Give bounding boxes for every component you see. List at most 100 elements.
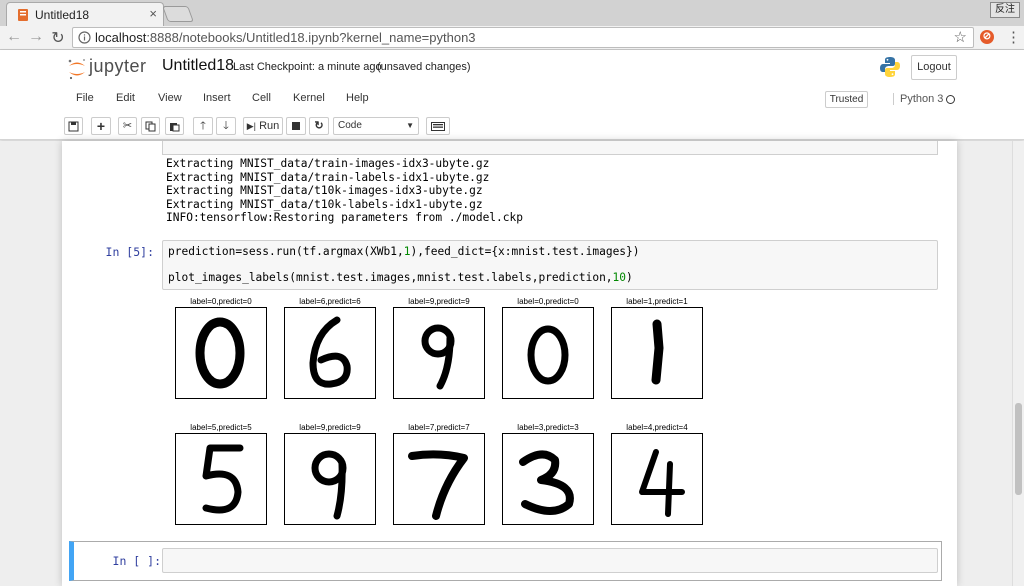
digit-label: label=4,predict=4: [626, 423, 688, 432]
digit-label: label=6,predict=6: [299, 297, 361, 306]
scissors-icon: ✂: [122, 120, 133, 132]
move-down-button[interactable]: 🡓: [216, 117, 236, 135]
output-line: Extracting MNIST_data/train-images-idx3-…: [166, 157, 490, 170]
menu-cell[interactable]: Cell: [252, 92, 271, 104]
save-button[interactable]: [64, 117, 83, 135]
cut-button[interactable]: ✂: [118, 117, 137, 135]
url-path: :8888/notebooks/Untitled18.ipynb?kernel_…: [146, 30, 476, 45]
trusted-badge[interactable]: Trusted: [825, 91, 868, 108]
code-text: plot_images_labels(mnist.test.images,mni…: [168, 271, 613, 284]
run-label: Run: [259, 120, 280, 132]
scrollbar-thumb[interactable]: [1015, 403, 1022, 495]
save-icon: [68, 121, 79, 132]
url-host: localhost: [95, 30, 147, 45]
insert-cell-button[interactable]: +: [91, 117, 111, 135]
digit-image: [611, 433, 703, 525]
kernel-name: Python 3: [893, 93, 943, 105]
digit-label: label=9,predict=9: [299, 423, 361, 432]
jupyter-logo-text[interactable]: jupyter: [89, 56, 147, 77]
mnist-output-figure: label=0,predict=0 label=6,predict=6 labe…: [172, 297, 732, 537]
run-button[interactable]: ▶| Run: [243, 117, 283, 135]
code-text: prediction=sess.run(tf.argmax(XWb1,: [168, 245, 404, 258]
jupyter-favicon-icon: [18, 9, 28, 21]
restart-icon: ↻: [314, 120, 324, 132]
digit-image: [502, 307, 594, 399]
digit-image: [611, 307, 703, 399]
kernel-status-icon: [946, 95, 955, 104]
keyboard-icon: [431, 122, 445, 131]
code-number: 1: [403, 245, 411, 258]
restart-button[interactable]: ↻: [309, 117, 329, 135]
step-forward-icon: ▶|: [246, 121, 256, 131]
tab-title: Untitled18: [35, 8, 90, 22]
menu-file[interactable]: File: [76, 92, 94, 104]
code-number: 10: [612, 271, 627, 284]
code-text: ),feed_dict={x:mnist.test.images}): [410, 245, 640, 258]
system-tray-button[interactable]: 反注: [990, 2, 1020, 18]
digit-label: label=0,predict=0: [517, 297, 579, 306]
checkpoint-status: Last Checkpoint: a minute ago: [233, 61, 382, 73]
paste-button[interactable]: [165, 117, 184, 135]
stop-icon: [292, 122, 300, 130]
empty-cell-input[interactable]: [162, 548, 938, 573]
python-logo-icon: [880, 57, 900, 77]
output-line: INFO:tensorflow:Restoring parameters fro…: [166, 211, 523, 224]
previous-cell-input[interactable]: [162, 141, 938, 155]
digit-image: [284, 433, 376, 525]
cell-prompt: In [ ]:: [112, 554, 161, 568]
tab-close-icon[interactable]: ×: [149, 6, 157, 21]
reload-icon[interactable]: ↻: [49, 28, 67, 48]
digit-image: [175, 433, 267, 525]
paste-icon: [170, 123, 180, 132]
screen: Untitled18 × 反注 ← → ↻ localhost:8888/not…: [0, 0, 1024, 586]
move-up-button[interactable]: 🡑: [193, 117, 213, 135]
output-line: Extracting MNIST_data/t10k-images-idx3-u…: [166, 184, 483, 197]
cell-prompt: In [5]:: [105, 245, 154, 259]
notebook-page: Extracting MNIST_data/train-images-idx3-…: [62, 141, 957, 586]
menu-help[interactable]: Help: [346, 92, 369, 104]
arrow-up-icon: 🡑: [200, 120, 206, 132]
menu-insert[interactable]: Insert: [203, 92, 231, 104]
code-cell-input[interactable]: prediction=sess.run(tf.argmax(XWb1,1),fe…: [162, 240, 938, 290]
plus-icon: +: [96, 118, 106, 134]
code-line-1: prediction=sess.run(tf.argmax(XWb1,1),fe…: [168, 245, 640, 258]
copy-button[interactable]: [141, 117, 160, 135]
caret-down-icon: ▼: [406, 121, 414, 130]
browser-menu-icon[interactable]: ⋮: [1006, 28, 1021, 46]
cell-output: Extracting MNIST_data/train-images-idx3-…: [166, 157, 523, 225]
cell-type-value: Code: [338, 120, 362, 131]
page-scrollbar[interactable]: [1012, 141, 1024, 586]
jupyter-logo-icon[interactable]: [67, 57, 87, 81]
save-status: (unsaved changes): [377, 61, 471, 73]
browser-tabstrip: Untitled18 × 反注: [0, 0, 1024, 26]
menu-edit[interactable]: Edit: [116, 92, 135, 104]
digit-image: [502, 433, 594, 525]
back-icon[interactable]: ←: [5, 28, 23, 46]
digit-label: label=7,predict=7: [408, 423, 470, 432]
copy-icon: [145, 121, 156, 132]
interrupt-button[interactable]: [286, 117, 306, 135]
menu-view[interactable]: View: [158, 92, 182, 104]
digit-label: label=3,predict=3: [517, 423, 579, 432]
digit-label: label=9,predict=9: [408, 297, 470, 306]
bookmark-star-icon[interactable]: ☆: [954, 28, 967, 47]
output-line: Extracting MNIST_data/train-labels-idx1-…: [166, 170, 490, 184]
cell-type-select[interactable]: Code ▼: [333, 117, 419, 135]
logout-button[interactable]: Logout: [911, 55, 957, 80]
notebook-name[interactable]: Untitled18: [162, 57, 234, 75]
output-line: Extracting MNIST_data/t10k-labels-idx1-u…: [166, 197, 483, 211]
browser-tab[interactable]: Untitled18 ×: [6, 2, 164, 26]
digit-label: label=5,predict=5: [190, 423, 252, 432]
menu-kernel[interactable]: Kernel: [293, 92, 325, 104]
forward-icon[interactable]: →: [27, 28, 45, 46]
code-line-2: plot_images_labels(mnist.test.images,mni…: [168, 271, 633, 284]
command-palette-button[interactable]: [426, 117, 450, 135]
extension-icon[interactable]: ⊘: [980, 30, 994, 44]
url-bar[interactable]: localhost:8888/notebooks/Untitled18.ipyn…: [72, 27, 974, 48]
selected-code-cell[interactable]: In [ ]:: [69, 541, 942, 581]
new-tab-button[interactable]: [162, 6, 194, 22]
notebook-container: Extracting MNIST_data/train-images-idx3-…: [0, 141, 1012, 586]
digit-image: [284, 307, 376, 399]
digit-label: label=1,predict=1: [626, 297, 688, 306]
url-text: localhost:8888/notebooks/Untitled18.ipyn…: [95, 28, 476, 47]
